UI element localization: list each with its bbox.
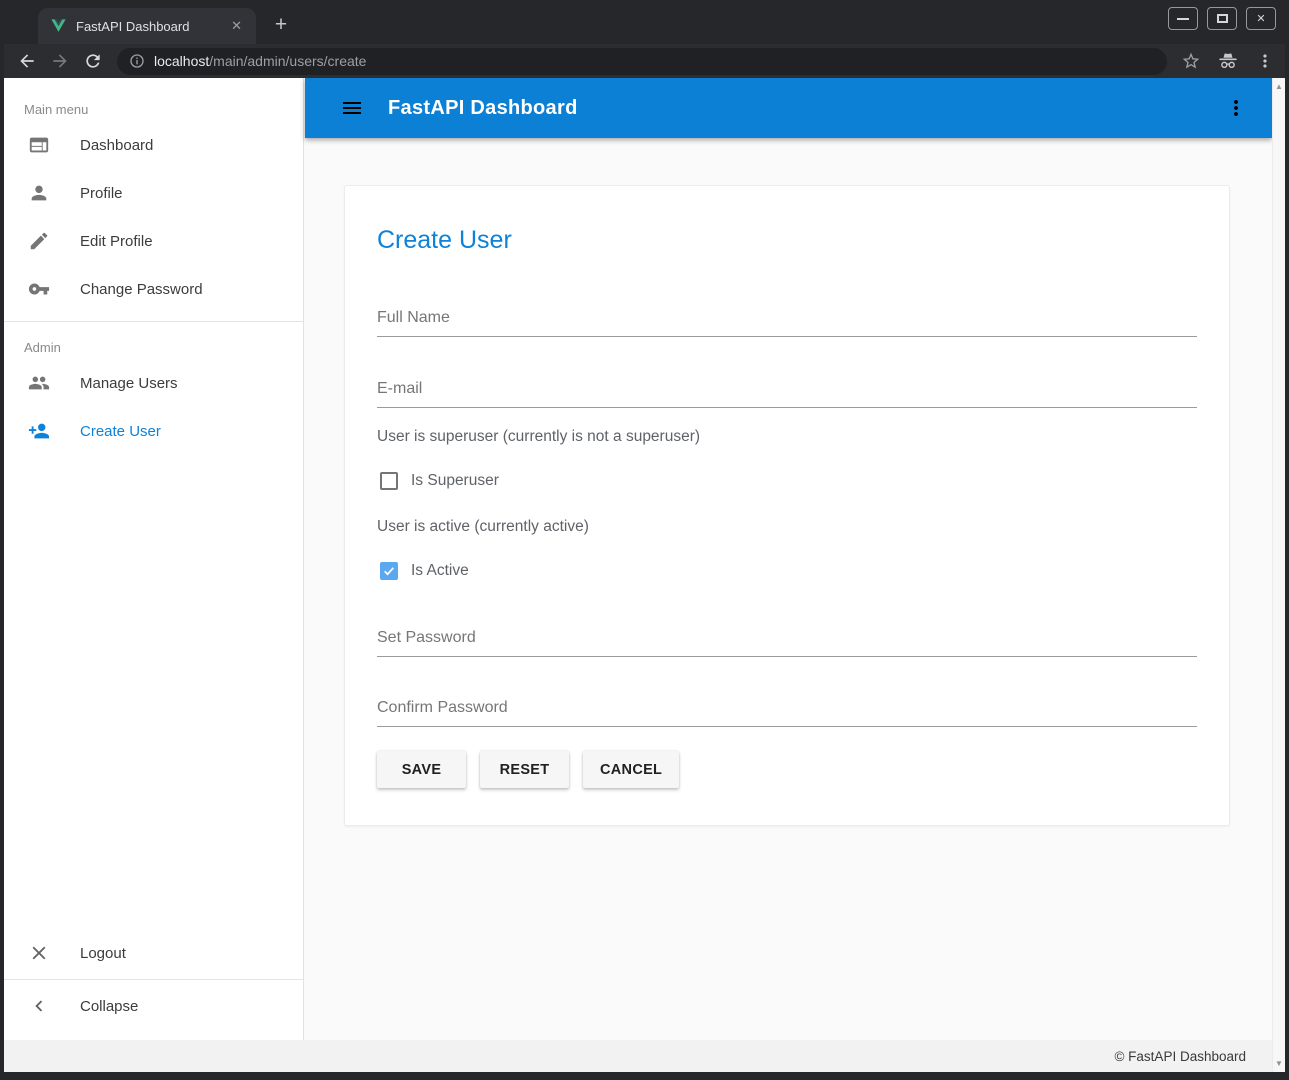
sidebar-item-label: Profile: [80, 185, 123, 202]
tab-close-icon[interactable]: ✕: [227, 16, 246, 36]
browser-tab[interactable]: FastAPI Dashboard ✕: [38, 8, 256, 44]
browser-toolbar: localhost/main/admin/users/create: [4, 44, 1285, 78]
app-title: FastAPI Dashboard: [388, 97, 578, 120]
is-active-row[interactable]: Is Active: [377, 562, 1197, 580]
page-footer: © FastAPI Dashboard: [4, 1040, 1272, 1072]
sidebar-item-manage-users[interactable]: Manage Users: [4, 359, 303, 407]
dashboard-icon: [28, 134, 50, 156]
incognito-icon[interactable]: [1217, 50, 1239, 72]
sidebar-item-profile[interactable]: Profile: [4, 169, 303, 217]
sidebar-item-label: Edit Profile: [80, 233, 153, 250]
superuser-hint: User is superuser (currently is not a su…: [377, 428, 1197, 446]
form-buttons: SAVE RESET CANCEL: [377, 751, 1197, 788]
form-title: Create User: [377, 226, 1197, 255]
people-icon: [28, 372, 50, 394]
vue-logo-icon: [50, 18, 67, 35]
save-button[interactable]: SAVE: [377, 751, 466, 788]
window-close-button[interactable]: ✕: [1246, 7, 1276, 30]
sidebar-section-header: Main menu: [4, 78, 303, 121]
reset-button[interactable]: RESET: [480, 751, 569, 788]
sidebar-item-create-user[interactable]: Create User: [4, 407, 303, 455]
app-bar: FastAPI Dashboard: [305, 78, 1272, 138]
url-host: localhost: [154, 53, 209, 69]
new-tab-button[interactable]: +: [266, 10, 296, 40]
set-password-field: [377, 628, 1197, 657]
reload-icon[interactable]: [83, 51, 103, 71]
check-icon: [382, 563, 396, 579]
sidebar-item-label: Change Password: [80, 281, 203, 298]
confirm-password-input[interactable]: [377, 698, 1197, 727]
scroll-up-icon[interactable]: ▲: [1275, 78, 1283, 95]
sidebar-divider: [4, 979, 303, 980]
confirm-password-field: [377, 698, 1197, 727]
url-path: /main/admin/users/create: [209, 53, 366, 69]
is-superuser-label: Is Superuser: [411, 472, 499, 490]
tab-bar: FastAPI Dashboard ✕ + ✕: [4, 0, 1285, 44]
bookmark-star-icon[interactable]: [1181, 51, 1201, 71]
page-scrollbar[interactable]: ▲ ▼: [1272, 78, 1285, 1072]
window-minimize-button[interactable]: [1168, 7, 1198, 30]
url-bar[interactable]: localhost/main/admin/users/create: [117, 48, 1167, 75]
sidebar-section-header: Admin: [4, 322, 303, 359]
window-maximize-button[interactable]: [1207, 7, 1237, 30]
sidebar-item-dashboard[interactable]: Dashboard: [4, 121, 303, 169]
sidebar-item-label: Logout: [80, 945, 126, 962]
email-input[interactable]: [377, 379, 1197, 408]
tab-title: FastAPI Dashboard: [76, 19, 227, 34]
browser-window: FastAPI Dashboard ✕ + ✕ localhost/main/a…: [0, 0, 1289, 1080]
copyright-text: © FastAPI Dashboard: [1114, 1049, 1246, 1064]
person-add-icon: [28, 420, 50, 442]
email-field: [377, 379, 1197, 408]
set-password-input[interactable]: [377, 628, 1197, 657]
page-viewport: Main menu Dashboard Profile Edit Profile: [4, 78, 1285, 1072]
full-name-field: [377, 308, 1197, 337]
full-name-input[interactable]: [377, 308, 1197, 337]
person-icon: [28, 182, 50, 204]
sidebar-item-label: Create User: [80, 423, 161, 440]
cancel-button[interactable]: CANCEL: [583, 751, 679, 788]
app-menu-kebab-icon[interactable]: [1224, 96, 1248, 120]
hamburger-menu-icon[interactable]: [340, 96, 364, 120]
sidebar: Main menu Dashboard Profile Edit Profile: [4, 78, 304, 1040]
window-controls: ✕: [1168, 7, 1276, 30]
sidebar-item-change-password[interactable]: Change Password: [4, 265, 303, 313]
info-icon[interactable]: [129, 53, 145, 69]
chevron-left-icon: [28, 995, 50, 1017]
is-superuser-row[interactable]: Is Superuser: [377, 472, 1197, 490]
toolbar-actions: [1181, 50, 1275, 72]
sidebar-item-label: Manage Users: [80, 375, 178, 392]
sidebar-item-label: Collapse: [80, 998, 138, 1015]
sidebar-bottom: Logout Collapse: [4, 929, 303, 1040]
back-icon[interactable]: [17, 51, 37, 71]
scroll-down-icon[interactable]: ▼: [1275, 1055, 1283, 1072]
is-active-label: Is Active: [411, 562, 469, 580]
key-icon: [28, 278, 50, 300]
sidebar-item-logout[interactable]: Logout: [4, 929, 303, 977]
sidebar-item-edit-profile[interactable]: Edit Profile: [4, 217, 303, 265]
sidebar-item-label: Dashboard: [80, 137, 153, 154]
is-superuser-checkbox[interactable]: [380, 472, 398, 490]
browser-menu-kebab-icon[interactable]: [1255, 51, 1275, 71]
active-hint: User is active (currently active): [377, 518, 1197, 536]
sidebar-item-collapse[interactable]: Collapse: [4, 982, 303, 1030]
create-user-card: Create User User is superuser (currently…: [344, 185, 1230, 826]
close-icon: [28, 942, 50, 964]
is-active-checkbox[interactable]: [380, 562, 398, 580]
forward-icon[interactable]: [50, 51, 70, 71]
edit-icon: [28, 230, 50, 252]
